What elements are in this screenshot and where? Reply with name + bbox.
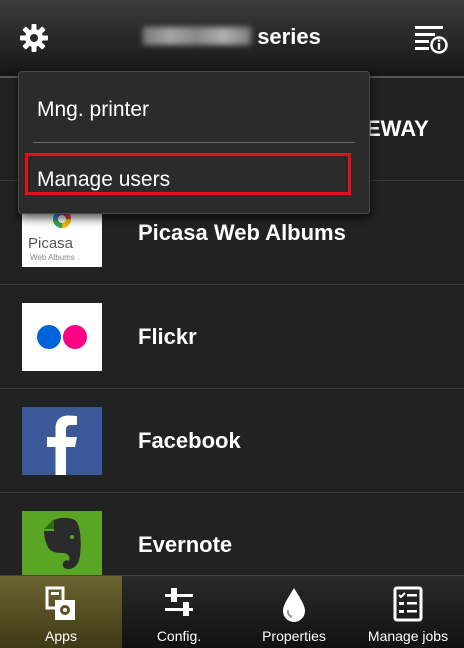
menu-item-mng-printer[interactable]: Mng. printer	[37, 98, 149, 122]
tab-label: Properties	[262, 628, 326, 644]
blurred-model-name	[143, 27, 252, 45]
list-item-label: Picasa Web Albums	[138, 220, 346, 245]
tab-label: Apps	[45, 628, 77, 644]
list-item-evernote[interactable]: Evernote	[0, 494, 464, 575]
tab-properties[interactable]: Properties	[236, 576, 352, 648]
list-item-flickr[interactable]: Flickr	[0, 286, 464, 389]
list-item-label: Evernote	[138, 532, 233, 557]
list-item-facebook[interactable]: Facebook	[0, 390, 464, 493]
picasa-logo-text: Picasa	[28, 235, 74, 252]
settings-dropdown-menu: Mng. printer Manage users	[18, 71, 370, 214]
facebook-logo	[22, 407, 102, 475]
evernote-logo	[22, 511, 102, 575]
tab-config[interactable]: Config.	[122, 576, 236, 648]
job-list-icon	[393, 586, 423, 622]
menu-divider	[33, 142, 355, 143]
apps-icon	[45, 586, 75, 620]
list-item-label: Facebook	[138, 428, 241, 453]
tab-manage-jobs[interactable]: Manage jobs	[352, 576, 464, 648]
tab-label: Manage jobs	[367, 628, 449, 644]
menu-info-icon[interactable]	[412, 20, 448, 56]
flickr-logo	[22, 303, 102, 371]
list-item-label: Flickr	[138, 324, 197, 349]
list-item-label: EWAY	[366, 116, 429, 141]
title-text: series	[257, 24, 321, 49]
ink-drop-icon	[283, 588, 305, 622]
picasa-logo-subtext: Web Albums	[30, 253, 75, 262]
app-header: series	[0, 0, 464, 78]
sliders-icon	[165, 588, 193, 616]
bottom-tab-bar: Apps Config. Properties Manage jobs	[0, 575, 464, 648]
menu-item-manage-users[interactable]: Manage users	[37, 168, 170, 192]
tab-apps[interactable]: Apps	[0, 576, 122, 648]
page-title: series	[0, 24, 464, 50]
tab-label: Config.	[156, 628, 202, 644]
